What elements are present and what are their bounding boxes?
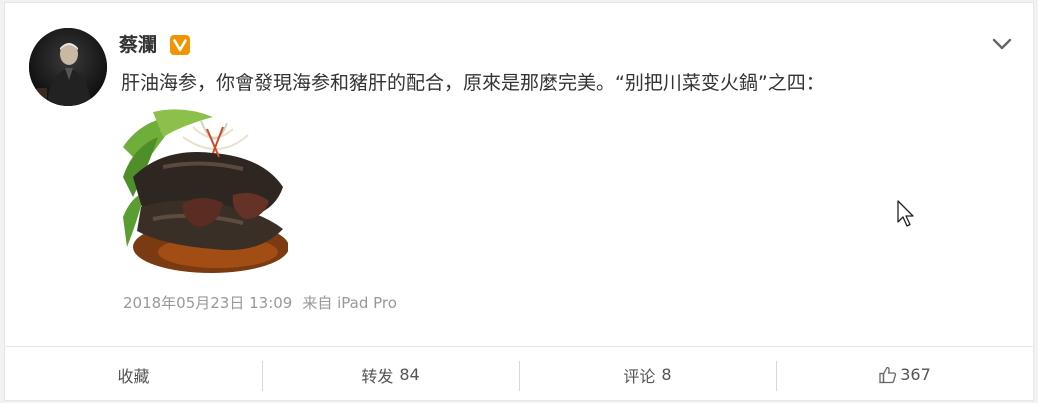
like-button[interactable]: 367 [776,347,1033,402]
avatar[interactable] [29,28,107,106]
action-bar: 收藏 转发 84 评论 8 367 [5,347,1033,402]
repost-button[interactable]: 转发 84 [262,347,519,402]
comment-button[interactable]: 评论 8 [519,347,776,402]
mouse-cursor-icon [896,200,916,230]
post-image-sea-cucumber[interactable] [123,107,288,273]
comment-label: 评论 [623,366,656,386]
post-timestamp[interactable]: 2018年05月23日 13:09 [123,293,292,313]
verified-badge-icon [170,35,190,55]
comment-count: 8 [661,365,672,384]
username[interactable]: 蔡瀾 [119,33,157,57]
repost-count: 84 [399,365,420,384]
favorite-label: 收藏 [117,366,150,386]
chevron-down-icon[interactable] [989,33,1015,55]
favorite-button[interactable]: 收藏 [5,347,262,402]
post-source: 来自 iPad Pro [302,294,397,312]
repost-label: 转发 [361,366,394,386]
like-count: 367 [900,365,931,384]
post-meta: 2018年05月23日 13:09 来自 iPad Pro [123,293,397,313]
thumbs-up-icon [878,365,898,385]
post-text: 肝油海参，你會發現海参和豬肝的配合，原來是那麼完美。“别把川菜变火鍋”之四： [121,72,825,94]
weibo-post-card: 蔡瀾 肝油海参，你會發現海参和豬肝的配合，原來是那麼完美。“别把川菜变火鍋”之四… [4,2,1034,401]
